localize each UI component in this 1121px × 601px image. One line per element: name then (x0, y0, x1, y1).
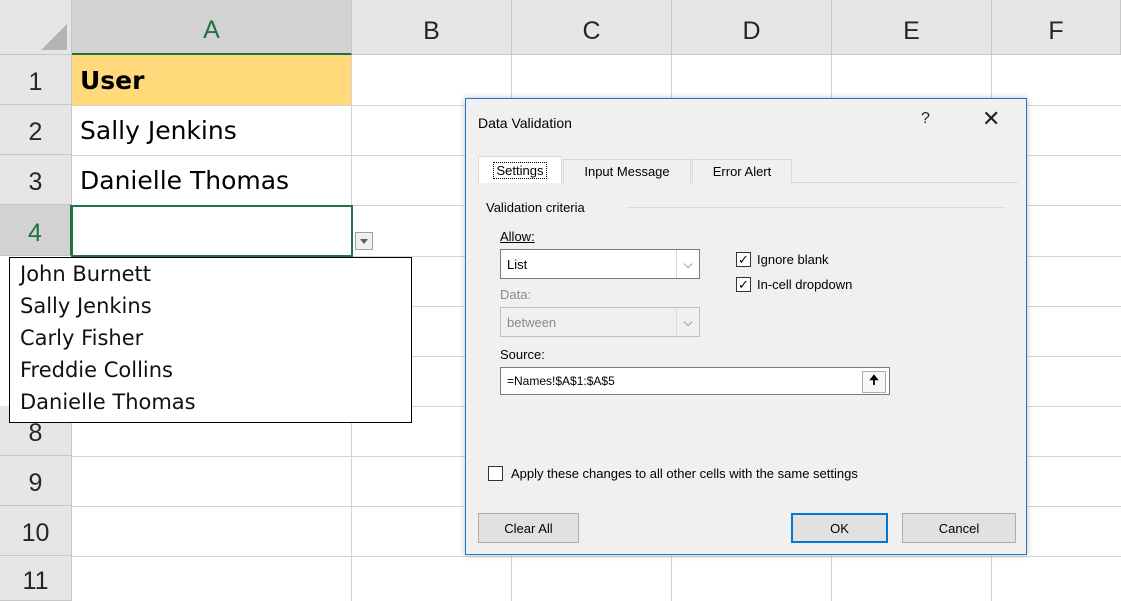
incell-dropdown-label: In-cell dropdown (757, 277, 853, 292)
cell-a3[interactable]: Danielle Thomas (72, 155, 351, 205)
ignore-blank-label: Ignore blank (757, 252, 829, 267)
group-divider (627, 207, 1005, 208)
row-header-1[interactable]: 1 (0, 55, 72, 105)
source-value: =Names!$A$1:$A$5 (507, 374, 615, 388)
settings-panel: Validation criteria Allow: List ⌵ Data: … (476, 183, 1018, 501)
validation-criteria-label: Validation criteria (486, 200, 585, 215)
cancel-button[interactable]: Cancel (902, 513, 1016, 543)
chevron-down-icon: ⌵ (676, 250, 699, 278)
apply-all-label: Apply these changes to all other cells w… (511, 466, 858, 481)
allow-select[interactable]: List ⌵ (500, 249, 700, 279)
select-all-triangle-icon (41, 24, 67, 50)
cell-dropdown-arrow-icon[interactable] (355, 232, 373, 250)
close-icon[interactable]: ✕ (982, 106, 1000, 132)
select-all-corner[interactable] (0, 0, 72, 55)
column-header-a[interactable]: A (72, 0, 352, 55)
incell-dropdown-checkbox[interactable]: ✓ (736, 277, 751, 292)
allow-value: List (507, 256, 528, 272)
data-validation-dialog: Data Validation ? ✕ Settings Input Messa… (465, 98, 1027, 555)
active-cell-a4[interactable] (71, 205, 353, 257)
column-header-c[interactable]: C (512, 0, 672, 55)
chevron-down-icon: ⌵ (676, 308, 699, 336)
column-header-b[interactable]: B (352, 0, 512, 55)
row-header-3[interactable]: 3 (0, 155, 72, 205)
row-header-2[interactable]: 2 (0, 105, 72, 155)
ok-button[interactable]: OK (791, 513, 888, 543)
source-input[interactable]: =Names!$A$1:$A$5 🠉 (500, 367, 890, 395)
allow-label: Allow: (500, 229, 535, 244)
source-label: Source: (500, 347, 545, 362)
apply-all-checkbox[interactable] (488, 466, 503, 481)
collapse-dialog-icon[interactable]: 🠉 (862, 371, 886, 393)
dropdown-option[interactable]: Sally Jenkins (20, 294, 152, 318)
clear-all-button[interactable]: Clear All (478, 513, 579, 543)
cell-a2[interactable]: Sally Jenkins (72, 105, 351, 155)
column-header-f[interactable]: F (992, 0, 1121, 55)
data-value: between (507, 314, 557, 330)
row-header-11[interactable]: 11 (0, 556, 72, 601)
cell-dropdown-list: John Burnett Sally Jenkins Carly Fisher … (9, 257, 412, 423)
dropdown-option[interactable]: John Burnett (20, 262, 151, 286)
data-select: between ⌵ (500, 307, 700, 337)
tab-input-message[interactable]: Input Message (563, 159, 691, 183)
cell-a1[interactable]: User (72, 55, 351, 105)
dropdown-option[interactable]: Freddie Collins (20, 358, 173, 382)
tab-settings-label: Settings (492, 162, 548, 179)
row-header-4[interactable]: 4 (0, 205, 72, 256)
dialog-title: Data Validation (478, 115, 572, 131)
ignore-blank-checkbox[interactable]: ✓ (736, 252, 751, 267)
row-header-9[interactable]: 9 (0, 456, 72, 506)
grid-line (72, 556, 1121, 557)
help-icon[interactable]: ? (921, 110, 930, 128)
tab-error-alert[interactable]: Error Alert (692, 159, 792, 183)
dropdown-option[interactable]: Danielle Thomas (20, 390, 196, 414)
tab-settings[interactable]: Settings (478, 156, 562, 184)
column-header-e[interactable]: E (832, 0, 992, 55)
row-header-10[interactable]: 10 (0, 506, 72, 556)
column-header-d[interactable]: D (672, 0, 832, 55)
dropdown-option[interactable]: Carly Fisher (20, 326, 143, 350)
data-label: Data: (500, 287, 532, 302)
